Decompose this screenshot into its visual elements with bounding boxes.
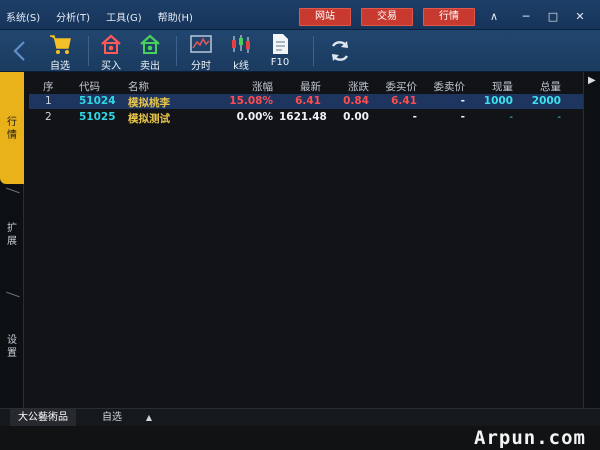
table-header: 序 代码 名称 涨幅 最新 涨跌 委买价 委卖价 现量 总量 <box>29 78 594 93</box>
tab-market-group[interactable]: 大公藝術品 <box>10 409 76 427</box>
row-current-vol: - <box>509 111 513 123</box>
refresh-icon[interactable] <box>320 38 360 64</box>
tab-extension-label: 扩展 <box>7 223 17 247</box>
header-total-vol[interactable]: 总量 <box>519 79 561 94</box>
quote-table: 序 代码 名称 涨幅 最新 涨跌 委买价 委卖价 现量 总量 1 51024 模… <box>25 72 594 408</box>
tab-settings-label: 设置 <box>7 335 17 359</box>
watchlist-label: 自选 <box>50 61 70 72</box>
side-tab-bar: 行情 扩展 设置 <box>0 72 24 408</box>
tab-watchlist[interactable]: 自选 <box>84 409 140 427</box>
tab-quotes[interactable]: 行情 <box>0 72 24 184</box>
header-bid[interactable]: 委买价 <box>369 79 418 94</box>
tab-extension[interactable]: 扩展 <box>0 222 24 262</box>
row-change-pct: 0.00% <box>236 111 273 123</box>
kline-button[interactable]: k线 <box>221 33 261 72</box>
cart-icon <box>50 35 71 54</box>
toolbar-divider <box>176 36 177 66</box>
header-name[interactable]: 名称 <box>128 79 149 94</box>
buy-house-icon <box>101 34 121 54</box>
row-index: 1 <box>45 95 52 107</box>
candlestick-icon <box>232 35 250 53</box>
title-bar: 系统(S) 分析(T) 工具(G) 帮助(H) 网站 交易 行情 ∧ ─ □ ✕ <box>0 0 600 30</box>
header-current-vol[interactable]: 现量 <box>469 79 513 94</box>
row-change: 0.84 <box>343 95 369 107</box>
timeshare-label: 分时 <box>191 61 211 72</box>
table-row[interactable]: 1 51024 模拟桃李 15.08% 6.41 0.84 6.41 - 100… <box>29 94 594 109</box>
chevron-up-icon[interactable]: ▲ <box>143 409 155 427</box>
row-change-pct: 15.08% <box>229 95 273 107</box>
menu-help[interactable]: 帮助(H) <box>158 9 193 24</box>
quotes-button[interactable]: 行情 <box>423 8 475 26</box>
toolbar-divider <box>313 36 314 66</box>
menu-system[interactable]: 系统(S) <box>6 9 40 24</box>
row-change: 0.00 <box>343 111 369 123</box>
header-change[interactable]: 涨跌 <box>325 79 369 94</box>
tab-quotes-label: 行情 <box>7 117 17 141</box>
buy-label: 买入 <box>101 61 121 72</box>
row-ask: - <box>460 111 465 123</box>
row-ask: - <box>460 95 465 107</box>
bottom-tab-bar: 大公藝術品 自选 ▲ <box>0 408 600 427</box>
toolbar: 自选 买入 卖出 分时 k线 F10 <box>0 30 600 72</box>
maximize-icon[interactable]: □ <box>542 8 564 26</box>
buy-button[interactable]: 买入 <box>91 33 131 72</box>
row-latest: 6.41 <box>295 95 321 107</box>
toolbar-divider <box>88 36 89 66</box>
kline-label: k线 <box>233 61 249 72</box>
tab-settings[interactable]: 设置 <box>0 334 24 374</box>
row-code: 51025 <box>79 111 116 123</box>
header-latest[interactable]: 最新 <box>279 79 321 94</box>
sell-button[interactable]: 卖出 <box>130 33 170 72</box>
row-total-vol: 2000 <box>531 95 561 107</box>
header-change-pct[interactable]: 涨幅 <box>229 79 273 94</box>
menu-bar: 系统(S) 分析(T) 工具(G) 帮助(H) <box>6 9 193 24</box>
watchlist-button[interactable]: 自选 <box>40 33 80 72</box>
website-button[interactable]: 网站 <box>299 8 351 26</box>
row-bid: - <box>412 111 417 123</box>
tab-divider <box>6 291 20 298</box>
document-icon <box>273 34 288 54</box>
menu-tools[interactable]: 工具(G) <box>106 9 142 24</box>
tab-divider <box>6 187 20 194</box>
collapse-icon[interactable]: ∧ <box>483 8 505 26</box>
row-total-vol: - <box>557 111 561 123</box>
f10-button[interactable]: F10 <box>260 33 300 68</box>
sell-house-icon <box>140 34 160 54</box>
row-code: 51024 <box>79 95 116 107</box>
row-latest: 1621.48 <box>279 111 327 123</box>
timeshare-button[interactable]: 分时 <box>181 33 221 72</box>
header-ask[interactable]: 委卖价 <box>417 79 466 94</box>
timeshare-chart-icon <box>190 35 212 53</box>
row-index: 2 <box>45 111 52 123</box>
status-footer: Arpun.com <box>0 426 600 450</box>
trade-button[interactable]: 交易 <box>361 8 413 26</box>
chevron-right-icon[interactable]: ▶ <box>588 75 596 86</box>
header-index[interactable]: 序 <box>43 79 54 94</box>
table-row[interactable]: 2 51025 模拟测试 0.00% 1621.48 0.00 - - - - <box>29 110 594 125</box>
row-current-vol: 1000 <box>483 95 513 107</box>
f10-label: F10 <box>270 57 290 68</box>
row-bid: 6.41 <box>391 95 417 107</box>
watermark-logo: Arpun.com <box>474 427 586 449</box>
sell-label: 卖出 <box>140 61 160 72</box>
header-code[interactable]: 代码 <box>79 79 100 94</box>
menu-analysis[interactable]: 分析(T) <box>56 9 90 24</box>
close-icon[interactable]: ✕ <box>569 8 591 26</box>
row-name: 模拟测试 <box>128 113 170 125</box>
row-name: 模拟桃李 <box>128 97 170 109</box>
back-arrow-icon[interactable] <box>10 39 30 63</box>
minimize-icon[interactable]: ─ <box>515 8 537 26</box>
right-panel-strip: ▶ <box>583 72 600 408</box>
